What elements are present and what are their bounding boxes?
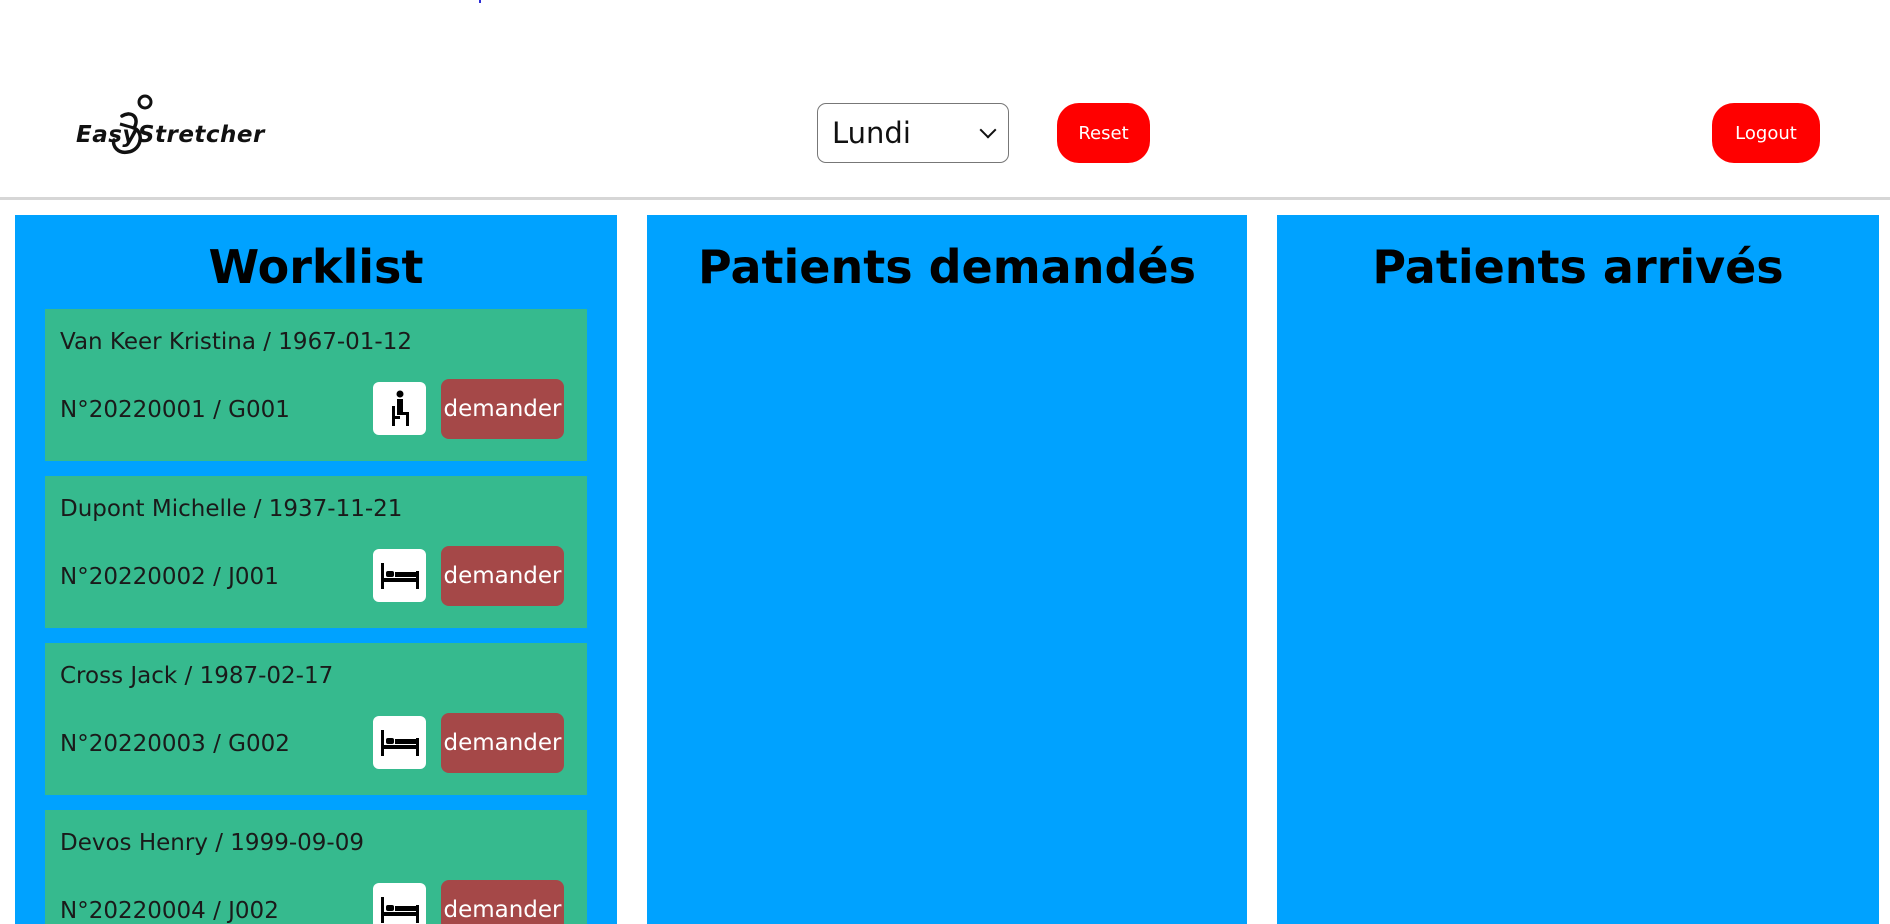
day-select-value: Lundi xyxy=(832,116,911,150)
requested-patients-title: Patients demandés xyxy=(698,240,1196,294)
patient-name: Van Keer Kristina / 1967-01-12 xyxy=(60,329,412,355)
request-button[interactable]: demander xyxy=(441,379,564,439)
patient-name: Dupont Michelle / 1937-11-21 xyxy=(60,496,403,522)
bed-icon xyxy=(373,549,426,602)
patient-card: Devos Henry / 1999-09-09 N°20220004 / J0… xyxy=(45,810,587,924)
patient-id: N°20220001 / G001 xyxy=(60,397,290,423)
patient-id: N°20220004 / J002 xyxy=(60,898,279,924)
day-select[interactable]: Lundi xyxy=(817,103,1009,163)
cursor-dot xyxy=(479,0,481,3)
logout-button[interactable]: Logout xyxy=(1712,103,1820,163)
bed-icon xyxy=(373,883,426,924)
wheelchair-logo-icon xyxy=(111,94,153,155)
worklist-panel: Worklist Van Keer Kristina / 1967-01-12 … xyxy=(15,215,617,924)
patient-card: Van Keer Kristina / 1967-01-12 N°2022000… xyxy=(45,309,587,461)
chevron-down-icon xyxy=(979,121,997,139)
request-button[interactable]: demander xyxy=(441,713,564,773)
seated-person-icon xyxy=(373,382,426,435)
arrived-patients-panel: Patients arrivés xyxy=(1277,215,1879,924)
patient-name: Cross Jack / 1987-02-17 xyxy=(60,663,334,689)
reset-button[interactable]: Reset xyxy=(1057,103,1150,163)
patient-card: Dupont Michelle / 1937-11-21 N°20220002 … xyxy=(45,476,587,628)
request-button[interactable]: demander xyxy=(441,546,564,606)
requested-patients-panel: Patients demandés xyxy=(647,215,1247,924)
worklist-title: Worklist xyxy=(208,240,424,294)
patient-card: Cross Jack / 1987-02-17 N°20220003 / G00… xyxy=(45,643,587,795)
arrived-patients-title: Patients arrivés xyxy=(1372,240,1784,294)
patient-name: Devos Henry / 1999-09-09 xyxy=(60,830,364,856)
top-navbar: EasyStretcher Lundi Reset Logout xyxy=(0,0,1890,200)
patient-id: N°20220003 / G002 xyxy=(60,731,290,757)
app-logo: EasyStretcher xyxy=(74,92,264,162)
patient-id: N°20220002 / J001 xyxy=(60,564,279,590)
bed-icon xyxy=(373,716,426,769)
request-button[interactable]: demander xyxy=(441,880,564,924)
